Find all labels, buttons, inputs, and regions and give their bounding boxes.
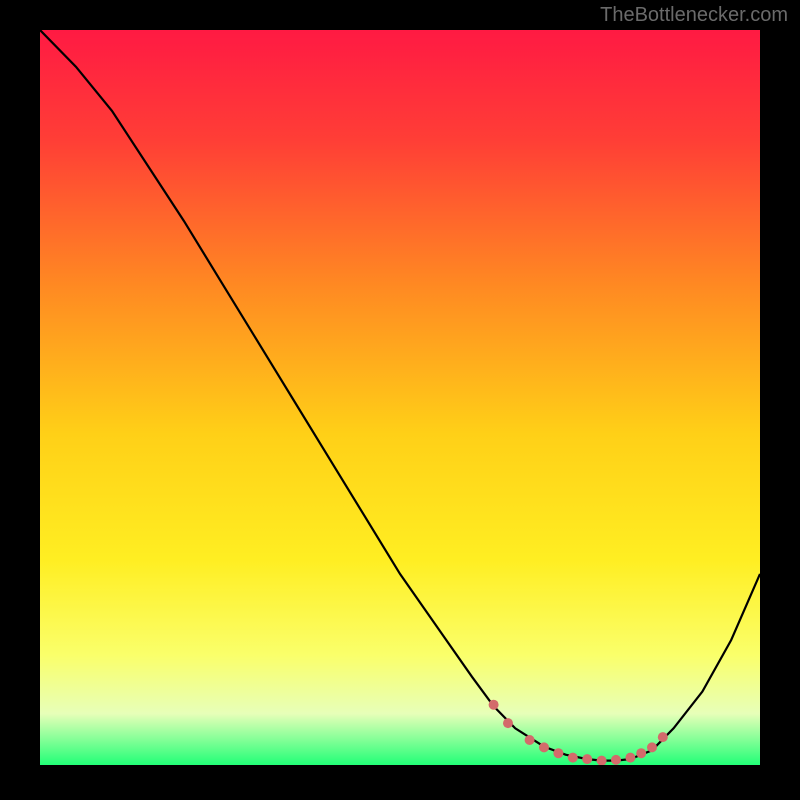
marker-dot	[503, 718, 513, 728]
gradient-background	[40, 30, 760, 765]
marker-dot	[658, 732, 668, 742]
marker-dot	[636, 748, 646, 758]
marker-dot	[611, 755, 621, 765]
marker-dot	[539, 742, 549, 752]
marker-dot	[647, 742, 657, 752]
marker-dot	[625, 753, 635, 763]
chart-area	[40, 30, 760, 765]
marker-dot	[582, 754, 592, 764]
marker-dot	[568, 753, 578, 763]
watermark-text: TheBottlenecker.com	[600, 4, 788, 27]
chart-svg	[40, 30, 760, 765]
marker-dot	[553, 748, 563, 758]
marker-dot	[525, 735, 535, 745]
marker-dot	[489, 700, 499, 710]
